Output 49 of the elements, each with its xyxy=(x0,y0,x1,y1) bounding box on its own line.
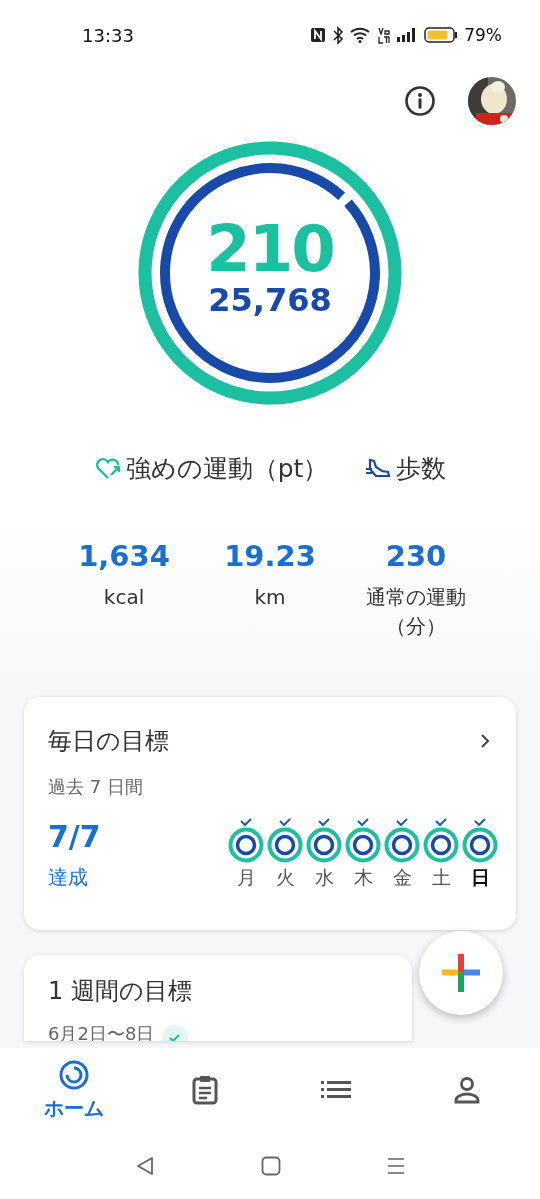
day-label[interactable]: 月 xyxy=(236,865,256,891)
bluetooth-icon xyxy=(332,26,345,44)
day-ring xyxy=(462,827,498,863)
nav-tab[interactable]: ホーム xyxy=(28,1054,119,1126)
nfc-icon xyxy=(310,27,327,43)
menu-icon[interactable] xyxy=(386,1155,406,1176)
day-ring xyxy=(306,827,342,863)
card-title: 毎日の目標 xyxy=(48,726,169,757)
stat-label: kcal xyxy=(103,584,145,611)
clock: 13:33 xyxy=(82,24,134,46)
achieved-count: 7/7 xyxy=(48,819,101,854)
back-icon[interactable] xyxy=(134,1154,156,1177)
stat-label: km xyxy=(254,584,286,611)
chevron-right-icon[interactable] xyxy=(478,732,492,750)
stat-label: 通常の運動（分） xyxy=(365,584,467,640)
home-icon[interactable] xyxy=(261,1155,281,1176)
info-icon[interactable] xyxy=(404,85,436,117)
day-ring xyxy=(228,827,264,863)
clipboard-icon xyxy=(190,1075,219,1105)
day-label[interactable]: 水 xyxy=(314,865,334,891)
ring-icon xyxy=(57,1058,90,1091)
day-label[interactable]: 火 xyxy=(275,865,295,891)
person-icon xyxy=(452,1076,481,1104)
steps-value: 25,768 xyxy=(208,280,332,320)
legend-label: 歩数 xyxy=(396,453,447,485)
achieved-label: 達成 xyxy=(48,864,89,891)
stat-value: 1,634 xyxy=(78,539,170,573)
card-title: 1 週間の目標 xyxy=(48,976,193,1007)
legend-label: 強めの運動（pt） xyxy=(125,453,329,485)
battery-icon xyxy=(424,27,459,43)
stat-value: 230 xyxy=(385,539,447,573)
list-icon xyxy=(320,1079,351,1101)
battery-percent: 79% xyxy=(464,25,502,45)
heart-icon xyxy=(93,456,122,481)
day-ring xyxy=(423,827,459,863)
stat-value: 19.23 xyxy=(224,539,316,573)
plus-icon xyxy=(442,954,480,992)
card-subtitle: 過去 7 日間 xyxy=(48,775,144,799)
day-label[interactable]: 金 xyxy=(392,865,412,891)
day-label[interactable]: 日 xyxy=(470,865,490,891)
day-ring xyxy=(345,827,381,863)
day-label[interactable]: 土 xyxy=(431,865,451,891)
points-value: 210 xyxy=(206,216,334,281)
day-label[interactable]: 木 xyxy=(353,865,373,891)
day-ring xyxy=(384,827,420,863)
add-button[interactable] xyxy=(419,931,503,1015)
daily-goal-card[interactable]: 毎日の目標 過去 7 日間 7/7 達成 月 火 水 木 金 土 日 xyxy=(24,697,516,930)
volte-icon xyxy=(378,26,391,44)
day-ring xyxy=(267,827,303,863)
